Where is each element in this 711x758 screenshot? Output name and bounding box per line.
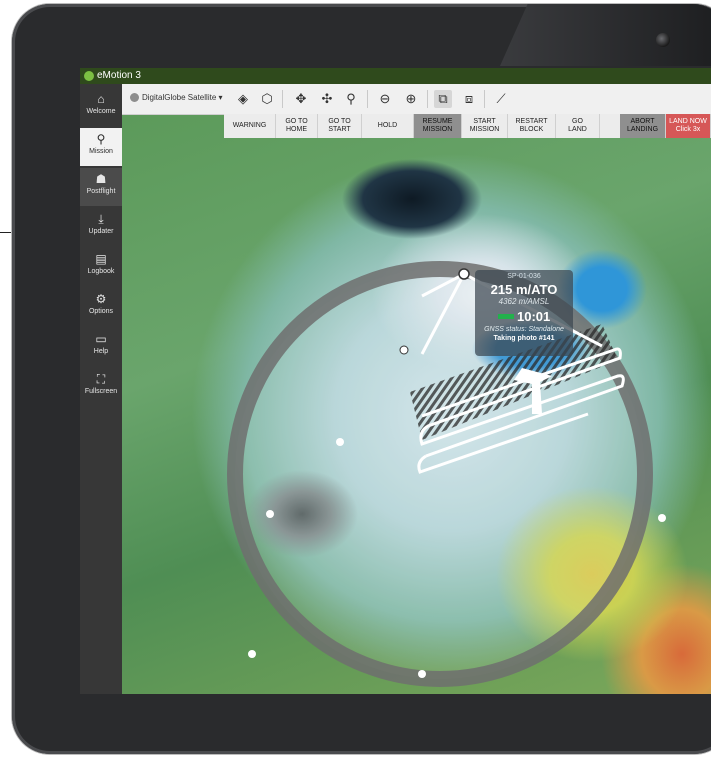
- zoom-out-icon[interactable]: ⊖: [376, 90, 394, 108]
- sidebar-item-label: Help: [93, 348, 109, 355]
- toolbar-divider: [367, 90, 368, 108]
- book-icon: ▭: [95, 332, 107, 346]
- chevron-down-icon: ▾: [218, 93, 223, 102]
- globe-icon: [130, 93, 139, 103]
- warning-button[interactable]: WARNING: [224, 114, 276, 138]
- sidebar-item-label: Mission: [89, 148, 113, 155]
- battery-bar: [498, 314, 514, 319]
- map-marker: [658, 514, 666, 522]
- sidebar: ⌂ Welcome ⚲ Mission ☗ Postflight ⤓ Updat…: [80, 84, 122, 694]
- basemap-label: DigitalGlobe Satellite: [142, 93, 217, 102]
- map-marker: [418, 670, 426, 678]
- tablet-glare: [500, 4, 711, 66]
- satellite-map[interactable]: SP-01-036 215 m/ATO 4362 m/AMSL 10:01 GN…: [122, 114, 711, 694]
- sidebar-item-fullscreen[interactable]: ⛶ Fullscreen: [80, 368, 122, 406]
- map-marker: [266, 510, 274, 518]
- map-pin-icon[interactable]: ⚲: [342, 90, 360, 108]
- app-screen: eMotion 3 ⌂ Welcome ⚲ Mission ☗ Postflig…: [80, 68, 711, 694]
- emotion-logo-icon: [84, 71, 94, 81]
- abort-landing-button[interactable]: ABORT LANDING: [620, 114, 666, 138]
- camera-icon: [656, 33, 670, 47]
- drone-id: SP-01-036: [507, 273, 541, 280]
- sidebar-item-label: Welcome: [86, 108, 116, 115]
- ruler-icon[interactable]: ⟋: [492, 90, 510, 108]
- toolbar-divider: [282, 90, 283, 108]
- gear-icon: ⚙: [95, 292, 107, 306]
- flight-time: 10:01: [517, 309, 551, 324]
- map-overlay: [227, 261, 666, 687]
- title-bar: eMotion 3: [80, 68, 711, 84]
- toolbar-divider: [427, 90, 428, 108]
- sidebar-item-label: Updater: [88, 228, 114, 235]
- sidebar-item-label: Options: [88, 308, 114, 315]
- photo-status: Taking photo #141: [493, 335, 555, 342]
- altitude-ato: 215 m/ATO: [490, 282, 558, 297]
- altitude-amsl: 4362 m/AMSL: [498, 297, 550, 306]
- restart-block-button[interactable]: RESTART BLOCK: [508, 114, 556, 138]
- gnss-status: GNSS status: Standalone: [484, 326, 564, 333]
- resume-mission-button[interactable]: RESUME MISSION: [414, 114, 462, 138]
- move-drone-icon[interactable]: ✥: [292, 90, 310, 108]
- postflight-icon: ☗: [95, 172, 107, 186]
- sidebar-item-help[interactable]: ▭ Help: [80, 328, 122, 366]
- sidebar-item-logbook[interactable]: ▤ Logbook: [80, 248, 122, 286]
- fullscreen-icon: ⛶: [96, 372, 106, 386]
- map-marker: [248, 650, 256, 658]
- map-marker: [336, 438, 344, 446]
- go-to-start-button[interactable]: GO TO START: [318, 114, 362, 138]
- layers-icon[interactable]: ◈: [234, 90, 252, 108]
- go-to-home-button[interactable]: GO TO HOME: [276, 114, 318, 138]
- download-icon: ⤓: [98, 212, 104, 226]
- move-home-icon[interactable]: ✣: [318, 90, 336, 108]
- flight-command-bar: WARNING GO TO HOME GO TO START HOLD RESU…: [224, 114, 711, 138]
- sidebar-item-postflight[interactable]: ☗ Postflight: [80, 168, 122, 206]
- logbook-icon: ▤: [95, 252, 107, 266]
- sidebar-item-updater[interactable]: ⤓ Updater: [80, 208, 122, 246]
- cube-icon[interactable]: ⬡: [258, 90, 276, 108]
- sidebar-item-options[interactable]: ⚙ Options: [80, 288, 122, 326]
- sidebar-item-welcome[interactable]: ⌂ Welcome: [80, 88, 122, 126]
- route-pin-icon: ⚲: [96, 132, 106, 146]
- flight-lines-icon[interactable]: ⧉: [434, 90, 452, 108]
- flight-lines-alt-icon[interactable]: ⧈: [460, 90, 478, 108]
- zoom-in-icon[interactable]: ⊕: [402, 90, 420, 108]
- sidebar-item-label: Fullscreen: [84, 388, 118, 395]
- basemap-selector[interactable]: DigitalGlobe Satellite ▾: [130, 93, 223, 103]
- toolbar-divider: [484, 90, 485, 108]
- sidebar-item-label: Postflight: [86, 188, 116, 195]
- range-ring: [227, 261, 653, 687]
- land-now-button[interactable]: LAND NOW Click 3x: [666, 114, 711, 138]
- map-toolbar: DigitalGlobe Satellite ▾ ◈ ⬡ ✥ ✣ ⚲ ⊖ ⊕ ⧉…: [122, 84, 711, 115]
- waypoint[interactable]: [399, 345, 409, 355]
- start-mission-button[interactable]: START MISSION: [462, 114, 508, 138]
- go-land-button[interactable]: GO LAND: [556, 114, 600, 138]
- drone-status-label: SP-01-036 215 m/ATO 4362 m/AMSL 10:01 GN…: [475, 270, 573, 356]
- waypoint-home[interactable]: [458, 268, 470, 280]
- app-title: eMotion 3: [97, 70, 141, 81]
- hold-button[interactable]: HOLD: [362, 114, 414, 138]
- home-icon: ⌂: [97, 92, 105, 106]
- sidebar-item-mission[interactable]: ⚲ Mission: [80, 128, 122, 166]
- sidebar-item-label: Logbook: [87, 268, 115, 275]
